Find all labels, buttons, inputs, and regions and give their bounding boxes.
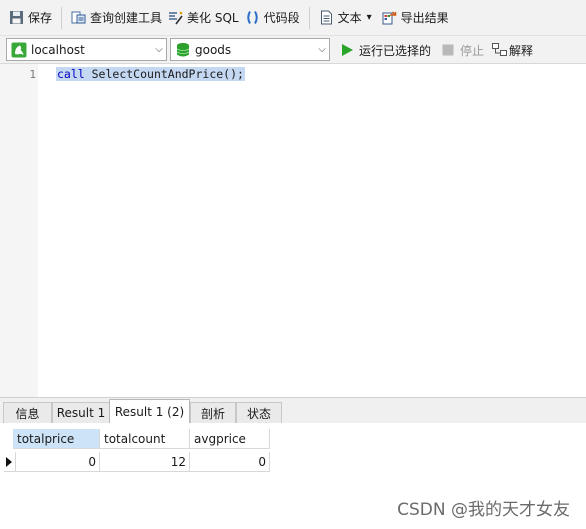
run-selected-button[interactable]: 运行已选择的	[340, 40, 431, 60]
beautify-sql-button[interactable]: 美化 SQL	[165, 6, 242, 30]
sql-procedure-call: SelectCountAndPrice();	[84, 67, 244, 81]
run-selected-label: 运行已选择的	[359, 43, 432, 58]
tab-status[interactable]: 状态	[236, 402, 282, 423]
play-icon	[340, 43, 354, 57]
tab-info[interactable]: 信息	[3, 402, 52, 423]
query-builder-button[interactable]: 查询创建工具	[68, 6, 165, 30]
stop-icon	[441, 43, 455, 57]
tab-label: 信息	[15, 406, 40, 421]
table-cell[interactable]: 0	[190, 452, 270, 472]
code-snippet-icon	[245, 10, 260, 25]
table-cell[interactable]: 12	[100, 452, 190, 472]
mysql-dolphin-icon	[11, 42, 27, 58]
tab-profile[interactable]: 剖析	[190, 402, 236, 423]
column-header-avgprice[interactable]: avgprice	[190, 429, 270, 449]
selected-sql-statement[interactable]: call SelectCountAndPrice();	[56, 67, 245, 81]
save-button[interactable]: 保存	[6, 6, 55, 30]
table-cell[interactable]: 0	[16, 452, 100, 472]
beautify-sql-label: 美化 SQL	[187, 11, 239, 25]
text-mode-label: 文本	[337, 11, 362, 25]
explain-label: 解释	[509, 43, 534, 58]
database-icon	[175, 42, 191, 58]
line-number: 1	[29, 68, 36, 81]
current-row-indicator[interactable]	[4, 452, 16, 472]
result-tabs: 信息 Result 1 Result 1 (2) 剖析 状态	[0, 397, 586, 424]
query-builder-icon	[71, 10, 86, 25]
beautify-sql-icon	[168, 10, 183, 25]
toolbar-divider	[308, 6, 310, 29]
save-icon	[9, 10, 24, 25]
export-icon	[382, 10, 397, 25]
sql-editor[interactable]: 1 call SelectCountAndPrice();	[0, 64, 586, 397]
explain-icon	[492, 43, 507, 57]
tab-label: 剖析	[200, 406, 225, 421]
export-results-label: 导出结果	[400, 11, 449, 25]
column-header-label: avgprice	[194, 431, 246, 446]
column-header-label: totalcount	[104, 431, 166, 446]
main-toolbar: 保存 查询创建工具 美化 SQL 代码段 文本 ▾ 导出结果	[0, 0, 586, 36]
query-builder-label: 查询创建工具	[90, 11, 163, 25]
line-number-gutter: 1	[0, 64, 38, 397]
chevron-down-icon[interactable]: ⌵	[152, 44, 166, 55]
explain-button[interactable]: 解释	[492, 40, 533, 60]
connection-toolbar: localhost ⌵ goods ⌵ 运行已选择的 停止 解释	[0, 36, 586, 64]
connection-value: localhost	[31, 42, 85, 57]
sql-keyword: call	[57, 67, 85, 81]
chevron-down-icon[interactable]: ⌵	[315, 44, 329, 55]
tab-result-1[interactable]: Result 1	[52, 402, 110, 423]
stop-button[interactable]: 停止	[441, 40, 484, 60]
code-snippet-button[interactable]: 代码段	[242, 6, 303, 30]
watermark: CSDN @我的天才女友	[397, 500, 570, 520]
column-header-label: totalprice	[17, 431, 75, 446]
chevron-down-icon[interactable]: ▾	[367, 12, 372, 23]
stop-label: 停止	[460, 43, 485, 58]
database-value: goods	[195, 42, 232, 57]
tab-result-1-2[interactable]: Result 1 (2)	[109, 399, 190, 424]
text-document-icon	[319, 10, 334, 25]
save-label: 保存	[28, 11, 53, 25]
tab-label: Result 1	[56, 406, 106, 420]
connection-select[interactable]: localhost ⌵	[6, 38, 167, 61]
column-header-totalcount[interactable]: totalcount	[100, 429, 190, 449]
code-snippet-label: 代码段	[263, 11, 300, 25]
column-header-totalprice[interactable]: totalprice	[13, 429, 100, 449]
tab-label: 状态	[246, 406, 271, 421]
tab-label: Result 1 (2)	[114, 405, 185, 419]
export-results-button[interactable]: 导出结果	[379, 6, 452, 30]
text-mode-button[interactable]: 文本 ▾	[316, 6, 375, 30]
toolbar-divider	[61, 6, 63, 29]
database-select[interactable]: goods ⌵	[170, 38, 330, 61]
